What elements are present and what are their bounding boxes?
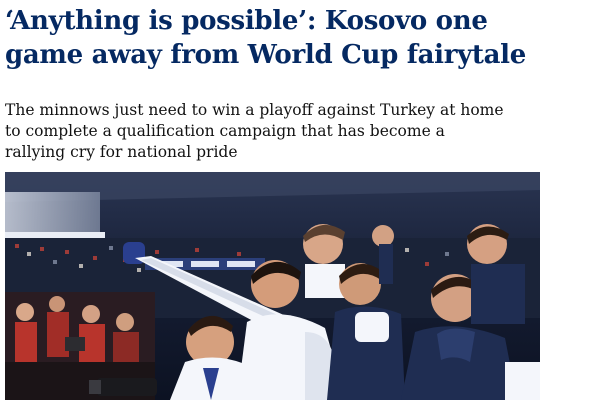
article-photo[interactable]: [5, 172, 540, 400]
article-headline[interactable]: ‘Anything is possible’: Kosovo one game …: [5, 4, 565, 72]
article-standfirst: The minnows just need to win a playoff a…: [5, 101, 504, 161]
article-page: ‘Anything is possible’: Kosovo one game …: [0, 0, 600, 400]
celebration-photo-illustration: [5, 172, 540, 400]
